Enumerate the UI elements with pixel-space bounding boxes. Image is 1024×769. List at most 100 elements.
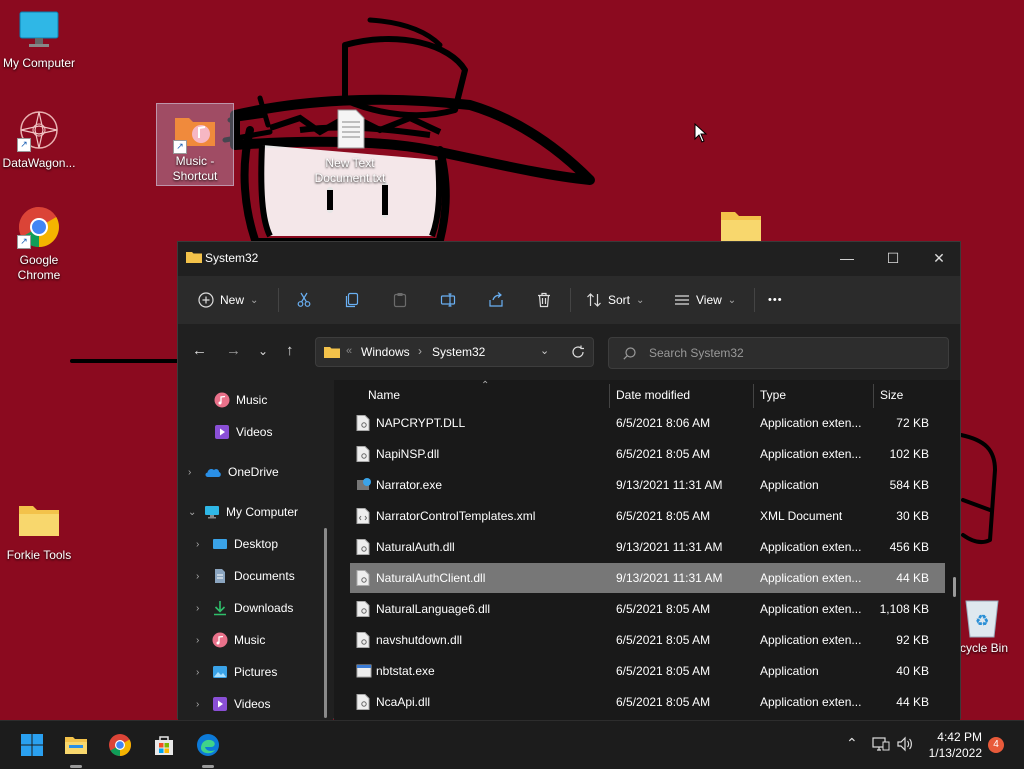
maximize-button[interactable]: ☐ <box>870 242 916 274</box>
file-row[interactable]: NcaApi.dll 6/5/2021 8:05 AM Application … <box>350 687 945 717</box>
desktop-icon-music-shortcut[interactable]: ↗ Music - Shortcut <box>156 103 234 186</box>
breadcrumb-overflow[interactable]: « <box>346 345 352 357</box>
cut-button[interactable] <box>296 276 312 324</box>
dll-file-icon <box>356 446 370 462</box>
file-row[interactable]: nbtstat.exe 6/5/2021 8:05 AM Application… <box>350 656 945 686</box>
title-bar[interactable]: System32 — ☐ ✕ <box>178 242 960 274</box>
sidebar-item-label: Documents <box>234 569 295 583</box>
column-divider[interactable] <box>753 384 754 408</box>
file-row[interactable]: NaturalAuth.dll 9/13/2021 11:31 AM Appli… <box>350 532 945 562</box>
view-button-label: View <box>696 293 722 307</box>
column-header-size[interactable]: Size <box>880 380 903 410</box>
chevron-right-icon[interactable]: › <box>196 635 206 646</box>
edge-icon[interactable] <box>196 733 220 757</box>
chevron-right-icon[interactable]: › <box>196 539 206 550</box>
cloud-icon <box>205 468 221 477</box>
show-hidden-icons-chevron-icon[interactable]: ⌃ <box>846 735 858 752</box>
desktop-icon-my-computer[interactable]: My Computer <box>0 8 78 71</box>
file-name: navshutdown.dll <box>376 633 463 647</box>
dll-file-icon <box>356 632 370 648</box>
file-row[interactable]: Narrator.exe 9/13/2021 11:31 AM Applicat… <box>350 470 945 500</box>
plus-circle-icon <box>198 292 214 308</box>
sidebar-item-my-computer[interactable]: ⌄ My Computer <box>188 498 298 526</box>
microsoft-store-icon[interactable] <box>152 733 176 757</box>
chrome-icon: ↗ <box>17 205 61 249</box>
sidebar-item-videos-2[interactable]: › Videos <box>196 690 270 718</box>
mouse-cursor-icon <box>694 123 708 143</box>
more-options-button[interactable]: ••• <box>768 276 783 324</box>
breadcrumb-system32[interactable]: System32 <box>432 345 485 359</box>
sidebar-scrollbar[interactable] <box>324 528 327 718</box>
desktop-icon-new-text-document[interactable]: New Text Document.txt <box>311 106 389 186</box>
file-row[interactable]: NAPCRYPT.DLL 6/5/2021 8:06 AM Applicatio… <box>350 408 945 438</box>
file-size: 44 KB <box>896 695 929 709</box>
chevron-right-icon[interactable]: › <box>196 603 206 614</box>
breadcrumb-windows[interactable]: Windows <box>361 345 410 359</box>
file-type: Application exten... <box>760 416 862 430</box>
rename-button[interactable] <box>440 276 456 324</box>
forward-arrow-icon[interactable]: → <box>226 342 241 359</box>
close-button[interactable]: ✕ <box>916 242 962 274</box>
network-icon[interactable] <box>872 736 890 752</box>
sort-arrows-icon <box>587 293 601 307</box>
desktop-icon-forkie-tools[interactable]: Forkie Tools <box>0 500 78 563</box>
system-clock[interactable]: 4:42 PM 1/13/2022 <box>918 729 982 761</box>
file-row[interactable]: NapiNSP.dll 6/5/2021 8:05 AM Application… <box>350 439 945 469</box>
recent-locations-chevron-icon[interactable]: ⌄ <box>258 344 268 358</box>
search-input[interactable] <box>647 345 941 361</box>
sidebar-item-downloads[interactable]: › Downloads <box>196 594 293 622</box>
file-list-scrollbar[interactable] <box>953 577 956 597</box>
file-row[interactable]: navshutdown.dll 6/5/2021 8:05 AM Applica… <box>350 625 945 655</box>
start-windows-icon[interactable] <box>20 733 44 757</box>
dll-file-icon <box>356 601 370 617</box>
file-size: 456 KB <box>889 540 929 554</box>
chevron-down-icon[interactable]: ⌄ <box>188 507 198 518</box>
back-arrow-icon[interactable]: ← <box>192 342 207 359</box>
file-date: 9/13/2021 11:31 AM <box>616 571 723 585</box>
videos-icon <box>215 425 229 439</box>
address-history-chevron-icon[interactable]: ⌄ <box>540 344 549 357</box>
sidebar-item-documents[interactable]: › Documents <box>196 562 295 590</box>
file-row-selected[interactable]: NaturalAuthClient.dll 9/13/2021 11:31 AM… <box>350 563 945 593</box>
desktop-icon-datawagon[interactable]: ↗ DataWagon... <box>0 108 78 171</box>
file-size: 40 KB <box>896 664 929 678</box>
file-row[interactable]: NaturalLanguage6.dll 6/5/2021 8:05 AM Ap… <box>350 594 945 624</box>
paste-button[interactable] <box>392 276 408 324</box>
column-divider[interactable] <box>873 384 874 408</box>
chevron-right-icon[interactable]: › <box>196 667 206 678</box>
sidebar-item-music-2[interactable]: › Music <box>196 626 265 654</box>
sidebar-item-videos[interactable]: Videos <box>214 418 272 446</box>
desktop-icon-recycle-bin[interactable]: ♻ cycle Bin <box>960 595 1024 656</box>
column-header-type[interactable]: Type <box>760 380 786 410</box>
refresh-icon[interactable] <box>571 345 585 359</box>
share-button[interactable] <box>488 276 504 324</box>
column-header-name[interactable]: Name <box>368 380 400 410</box>
volume-icon[interactable] <box>897 736 913 752</box>
taskbar: ⌃ 4:42 PM 1/13/2022 4 <box>0 720 1024 769</box>
chevron-right-icon[interactable]: › <box>196 699 206 710</box>
desktop-icon <box>213 539 227 549</box>
sort-button-label: Sort <box>608 293 631 307</box>
file-row[interactable]: NarratorControlTemplates.xml 6/5/2021 8:… <box>350 501 945 531</box>
column-header-date-modified[interactable]: Date modified <box>616 380 690 410</box>
sidebar-item-music[interactable]: Music <box>214 386 267 414</box>
new-button[interactable]: New ⌄ <box>198 276 260 324</box>
view-button[interactable]: View ⌄ <box>674 276 738 324</box>
notification-badge[interactable]: 4 <box>988 737 1004 753</box>
delete-button[interactable] <box>536 276 552 324</box>
up-arrow-icon[interactable]: ↑ <box>286 342 294 359</box>
chevron-right-icon[interactable]: › <box>188 467 198 478</box>
file-explorer-icon[interactable] <box>64 733 88 757</box>
minimize-button[interactable]: — <box>824 242 870 274</box>
pictures-icon <box>213 666 227 678</box>
address-bar[interactable]: « Windows › System32 ⌄ <box>315 337 594 367</box>
sidebar-item-desktop[interactable]: › Desktop <box>196 530 278 558</box>
sidebar-item-pictures[interactable]: › Pictures <box>196 658 277 686</box>
sort-button[interactable]: Sort ⌄ <box>586 276 646 324</box>
sidebar-item-onedrive[interactable]: › OneDrive <box>188 458 279 486</box>
copy-button[interactable] <box>344 276 360 324</box>
column-divider[interactable] <box>609 384 610 408</box>
chrome-icon[interactable] <box>108 733 132 757</box>
desktop-icon-google-chrome[interactable]: ↗ Google Chrome <box>0 205 78 283</box>
chevron-right-icon[interactable]: › <box>196 571 206 582</box>
